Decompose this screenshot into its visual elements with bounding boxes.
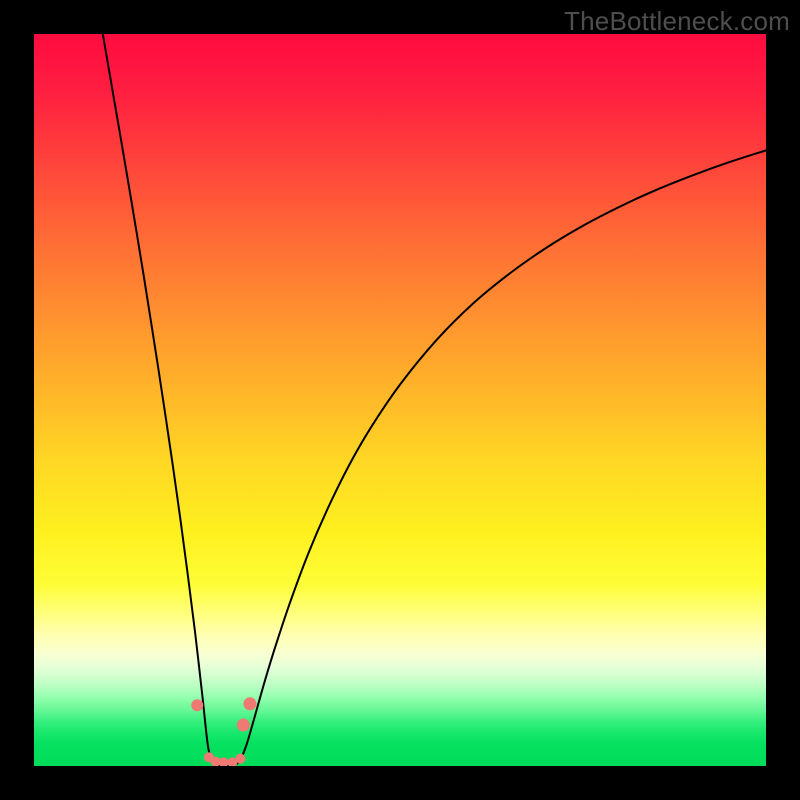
marker-point bbox=[219, 757, 229, 766]
series-right-branch bbox=[226, 150, 766, 766]
marker-group bbox=[191, 697, 256, 766]
chart-svg bbox=[34, 34, 766, 766]
watermark-text: TheBottleneck.com bbox=[564, 6, 790, 37]
marker-point bbox=[235, 754, 245, 764]
marker-point bbox=[191, 699, 203, 711]
marker-point bbox=[237, 719, 250, 732]
curve-group bbox=[103, 34, 766, 766]
marker-point bbox=[243, 697, 256, 710]
series-left-branch bbox=[103, 34, 226, 766]
plot-area bbox=[34, 34, 766, 766]
chart-frame: TheBottleneck.com bbox=[0, 0, 800, 800]
